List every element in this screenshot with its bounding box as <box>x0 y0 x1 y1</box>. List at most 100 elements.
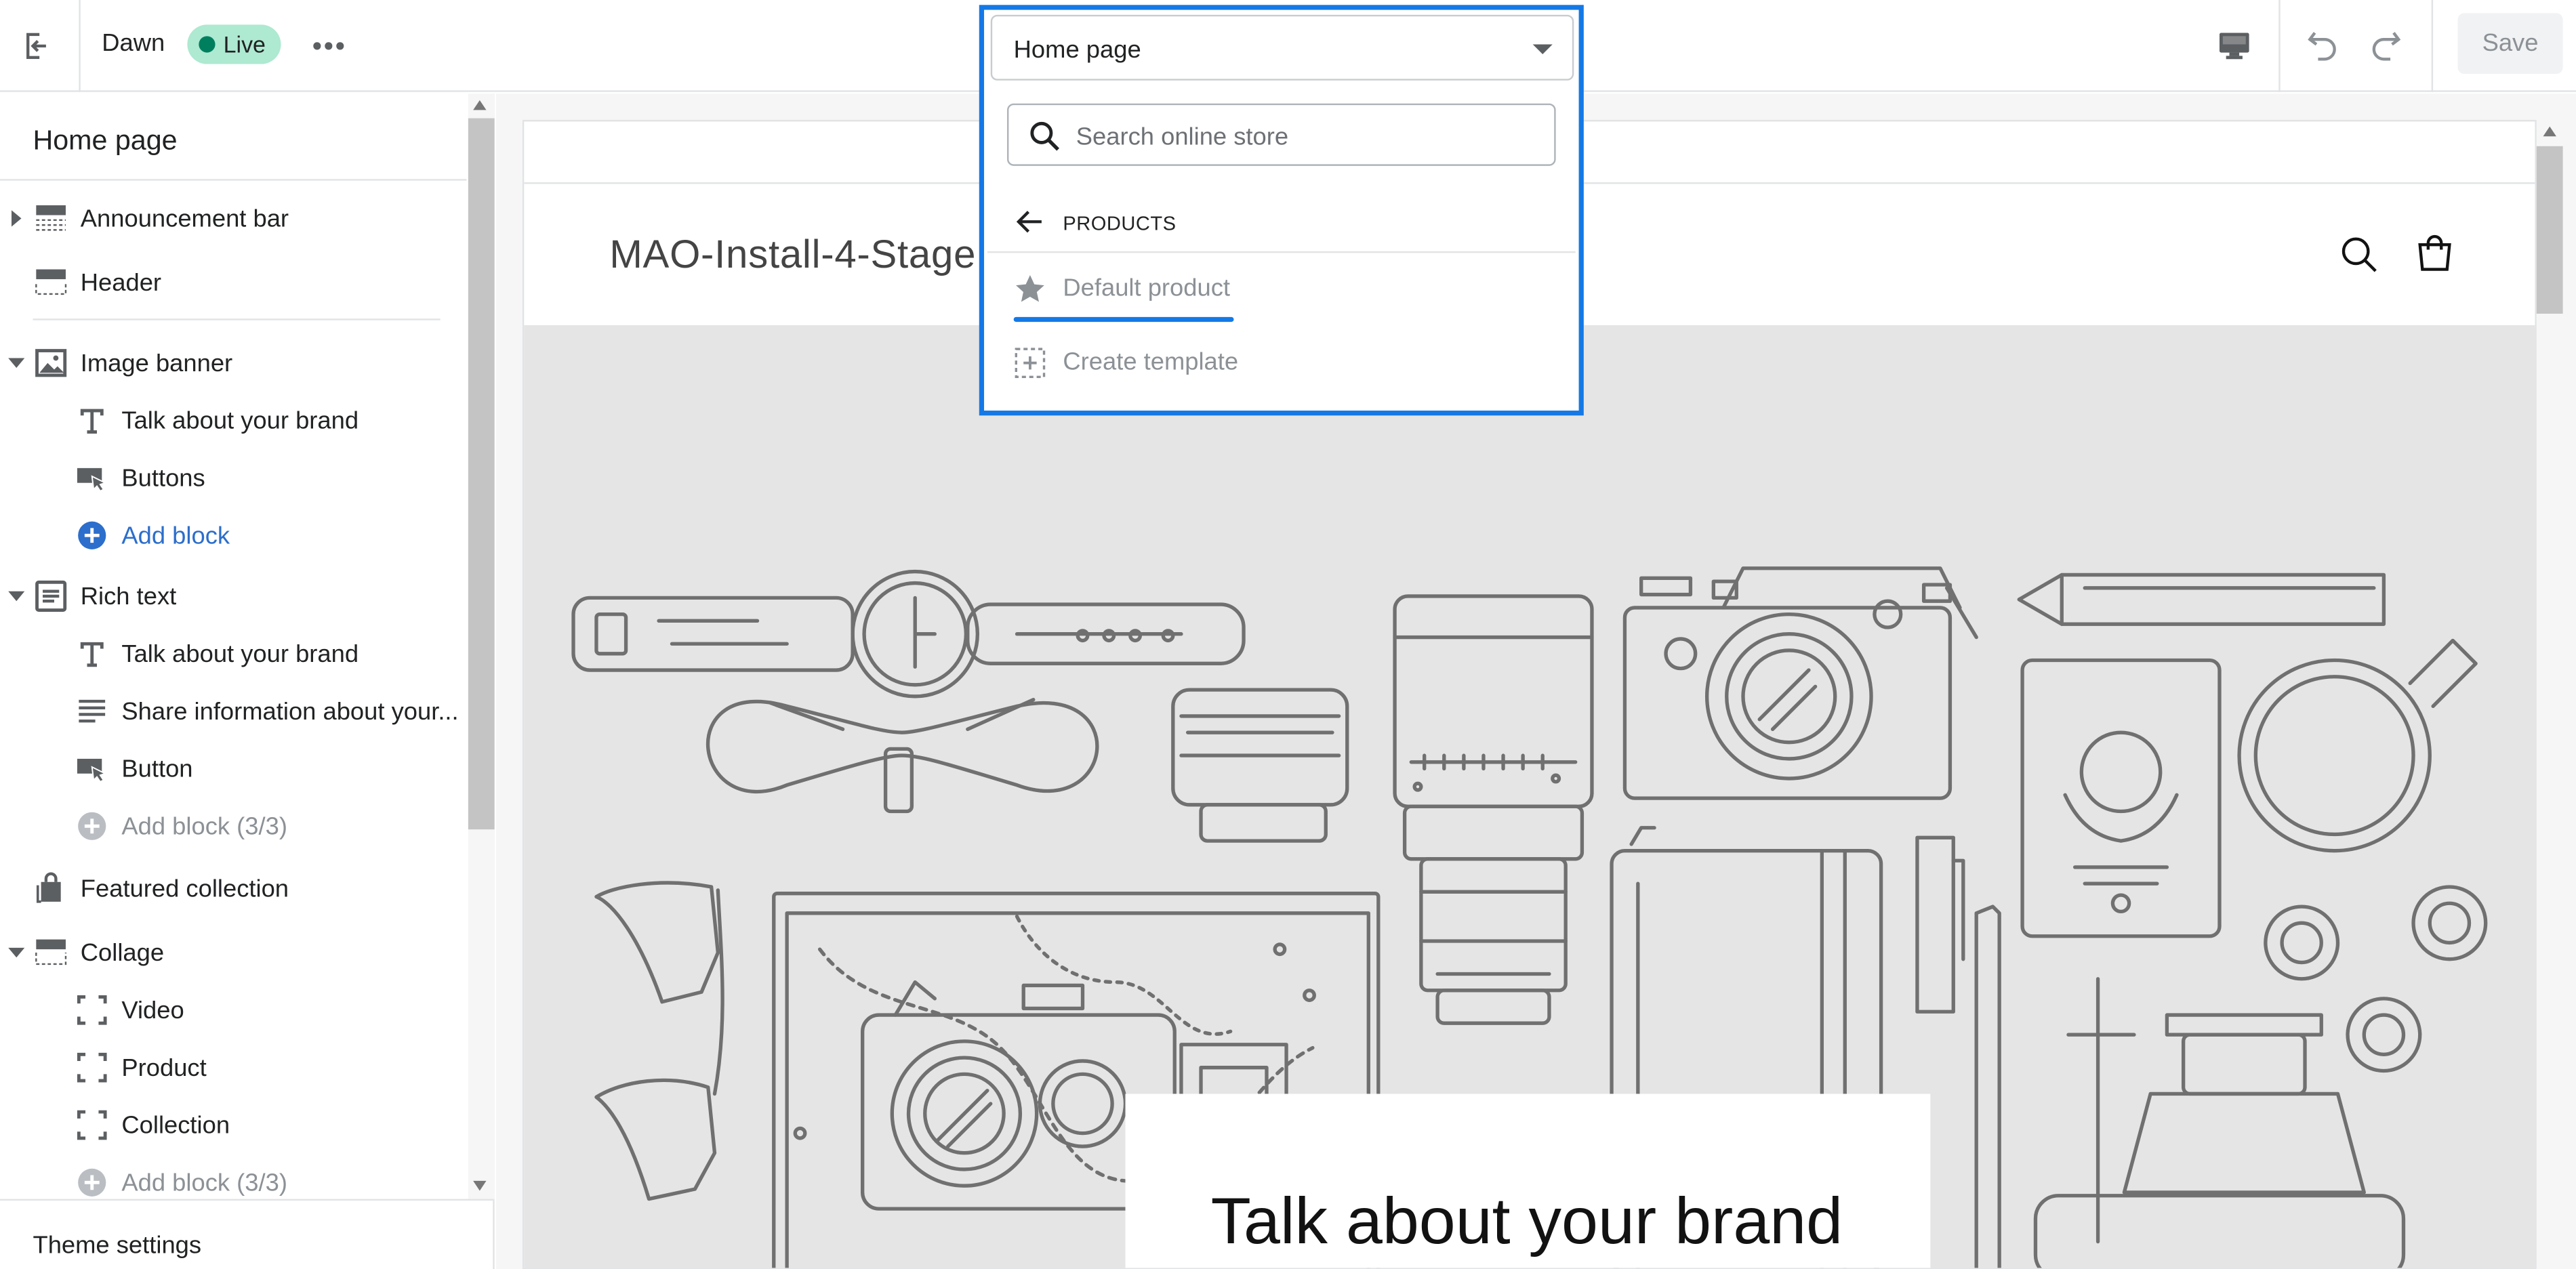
redo-icon <box>2372 32 2401 61</box>
scroll-up-icon[interactable] <box>2543 126 2556 137</box>
scroll-up-icon[interactable] <box>473 100 487 110</box>
section-image-banner[interactable]: Image banner <box>0 338 466 388</box>
banner-heading: Talk about your brand <box>1210 1186 1843 1258</box>
search-icon[interactable] <box>2338 233 2381 276</box>
scroll-down-icon[interactable] <box>473 1180 487 1191</box>
add-template-icon <box>1015 348 1046 379</box>
header-icon <box>35 266 67 299</box>
rich-text-icon <box>35 580 67 612</box>
section-rich-text[interactable]: Rich text <box>0 572 466 621</box>
section-announcement-bar[interactable]: Announcement bar <box>0 194 466 243</box>
banner-content-box: Talk about your brand <box>1125 1094 1931 1268</box>
back-label: PRODUCTS <box>1063 211 1177 235</box>
template-option-create[interactable]: Create template <box>987 330 1576 396</box>
block-label: Collection <box>121 1110 230 1140</box>
block-text[interactable]: Talk about your brand <box>0 396 466 445</box>
status-badge: Live <box>187 24 281 64</box>
placeholder-icon <box>76 1051 108 1083</box>
sidebar-scrollbar-thumb[interactable] <box>468 118 495 830</box>
block-label: Button <box>121 754 193 783</box>
plus-circle-icon <box>76 519 108 552</box>
save-button[interactable]: Save <box>2457 13 2563 75</box>
block-buttons[interactable]: Buttons <box>0 453 466 503</box>
live-dot-icon <box>199 36 216 53</box>
divider <box>33 318 441 320</box>
section-label: Featured collection <box>80 874 289 903</box>
store-name: MAO-Install-4-Stage <box>609 233 977 278</box>
block-paragraph[interactable]: Share information about your... <box>0 686 466 736</box>
add-block-button[interactable]: Add block <box>0 511 466 560</box>
block-label: Talk about your brand <box>121 406 359 435</box>
section-label: Header <box>80 268 162 297</box>
plus-circle-icon <box>76 810 108 842</box>
template-select[interactable]: Home page <box>990 14 1574 81</box>
desktop-icon <box>2219 33 2249 60</box>
focus-underline <box>1013 316 1234 323</box>
block-text[interactable]: Talk about your brand <box>0 629 466 678</box>
exit-button[interactable] <box>0 0 81 92</box>
caret-right-icon[interactable] <box>8 210 24 227</box>
toolbar-divider <box>2431 0 2434 92</box>
back-to-products[interactable]: PRODUCTS <box>987 190 1576 253</box>
desktop-view-button[interactable] <box>2209 22 2259 71</box>
block-label: Product <box>121 1054 207 1082</box>
template-popover: PRODUCTS Default product Create template <box>987 85 1576 404</box>
redo-button[interactable] <box>2360 20 2410 69</box>
placeholder-icon <box>76 994 108 1026</box>
add-block-label: Add block <box>121 521 230 549</box>
block-button[interactable]: Button <box>0 744 466 793</box>
status-badge-label: Live <box>223 31 266 58</box>
search-input[interactable] <box>1076 118 1536 154</box>
template-selector-highlight: Home page PRODUCTS Defaul <box>979 5 1584 416</box>
undo-button[interactable] <box>2298 20 2348 69</box>
caret-down-icon[interactable] <box>8 588 25 604</box>
text-icon <box>76 638 108 670</box>
sidebar-title: Home page <box>33 125 178 157</box>
announcement-icon <box>35 202 67 234</box>
theme-settings-link[interactable]: Theme settings <box>0 1199 493 1269</box>
add-block-button-disabled: Add block (3/3) <box>0 802 466 851</box>
star-icon <box>1016 275 1044 302</box>
arrow-left-icon <box>1016 211 1042 233</box>
paragraph-icon <box>76 694 108 727</box>
section-collage[interactable]: Collage <box>0 928 466 978</box>
block-collection[interactable]: Collection <box>0 1100 466 1150</box>
caret-down-icon[interactable] <box>8 355 25 371</box>
section-featured-collection[interactable]: Featured collection <box>0 864 466 913</box>
exit-icon <box>26 33 53 60</box>
more-horizontal-icon <box>313 42 344 50</box>
more-actions-button[interactable] <box>306 23 352 69</box>
preview-scrollbar-thumb[interactable] <box>2536 146 2563 314</box>
text-icon <box>76 404 108 436</box>
search-field[interactable] <box>1006 103 1556 166</box>
cart-icon[interactable] <box>2413 232 2456 274</box>
section-label: Rich text <box>80 582 177 610</box>
section-header[interactable]: Header <box>0 258 466 308</box>
button-icon <box>76 752 108 785</box>
button-icon <box>76 461 108 494</box>
option-label: Create template <box>1063 348 1239 377</box>
block-video[interactable]: Video <box>0 985 466 1035</box>
block-product[interactable]: Product <box>0 1043 466 1092</box>
image-banner-preview[interactable]: Talk about your brand <box>524 325 2535 1268</box>
block-label: Talk about your brand <box>121 640 359 668</box>
search-icon <box>1030 121 1060 151</box>
add-block-label: Add block (3/3) <box>121 1168 287 1197</box>
block-label: Share information about your... <box>121 697 459 726</box>
theme-name: Dawn <box>102 29 165 58</box>
plus-circle-icon <box>76 1166 108 1199</box>
toolbar-divider <box>2278 0 2281 92</box>
divider <box>0 179 467 181</box>
caret-down-icon[interactable] <box>8 944 25 961</box>
add-block-label: Add block (3/3) <box>121 812 287 840</box>
placeholder-icon <box>76 1108 108 1141</box>
template-option-default-product[interactable]: Default product <box>987 256 1576 323</box>
template-select-value: Home page <box>1013 36 1141 64</box>
collage-icon <box>35 936 67 969</box>
caret-down-icon <box>1532 44 1553 54</box>
undo-icon <box>2308 32 2336 61</box>
image-icon <box>35 346 67 379</box>
section-label: Image banner <box>80 349 233 377</box>
block-label: Video <box>121 996 184 1024</box>
section-label: Collage <box>80 938 165 967</box>
